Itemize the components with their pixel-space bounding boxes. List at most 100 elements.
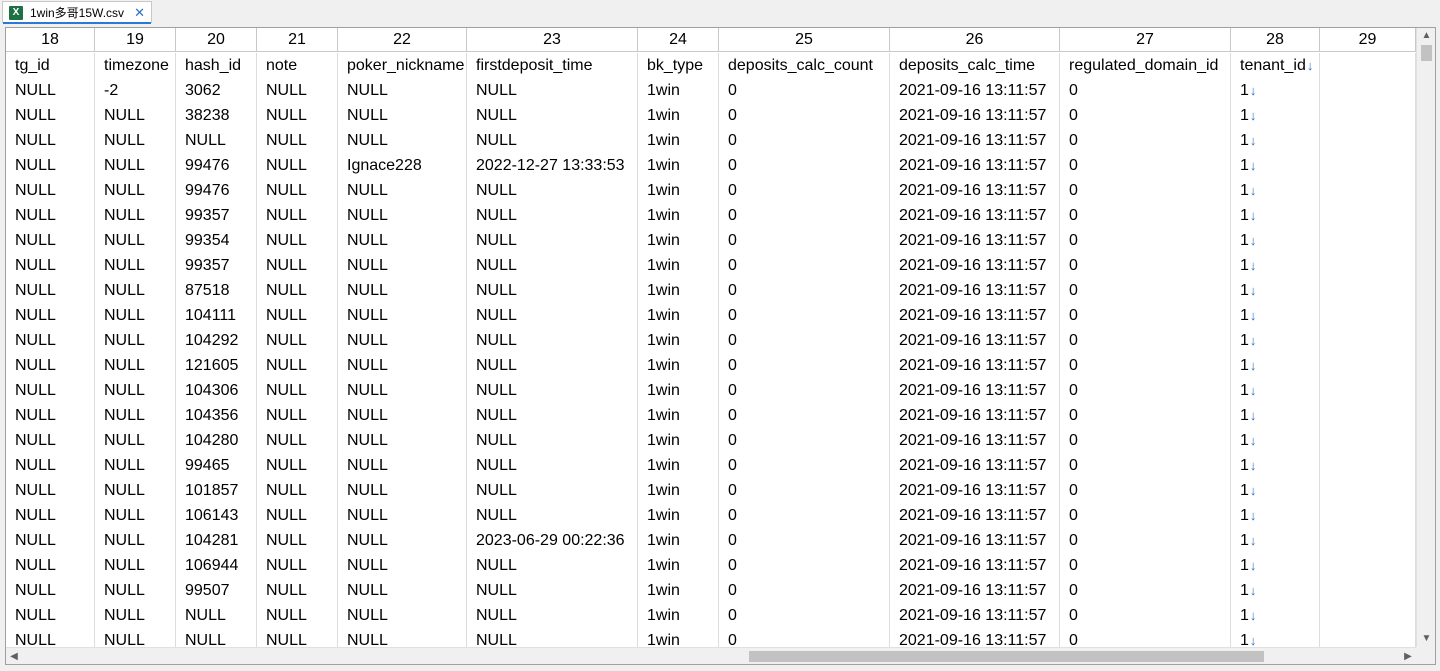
table-cell[interactable]: NULL — [257, 353, 338, 378]
table-cell[interactable]: NULL — [6, 603, 95, 628]
table-cell[interactable]: 1win — [638, 528, 719, 553]
table-cell[interactable]: NULL — [257, 628, 338, 647]
table-cell[interactable]: 1win — [638, 303, 719, 328]
table-cell[interactable]: 1win — [638, 578, 719, 603]
table-cell[interactable] — [1320, 528, 1416, 553]
table-cell[interactable]: NULL — [338, 353, 467, 378]
table-cell[interactable]: NULL — [467, 128, 638, 153]
table-cell[interactable]: NULL — [338, 228, 467, 253]
table-cell[interactable] — [1320, 153, 1416, 178]
table-cell[interactable]: 2022-12-27 13:33:53 — [467, 153, 638, 178]
field-name-cell[interactable]: poker_nickname — [338, 53, 467, 78]
table-cell[interactable]: NULL — [257, 403, 338, 428]
horizontal-scroll-thumb[interactable] — [749, 651, 1264, 662]
table-cell[interactable]: NULL — [338, 328, 467, 353]
table-cell[interactable]: NULL — [6, 553, 95, 578]
table-cell[interactable]: 87518 — [176, 278, 257, 303]
table-cell[interactable]: 99465 — [176, 453, 257, 478]
table-cell[interactable]: 1↓ — [1231, 478, 1320, 503]
table-cell[interactable]: 1win — [638, 478, 719, 503]
column-number-20[interactable]: 20 — [176, 28, 257, 52]
table-cell[interactable]: NULL — [257, 303, 338, 328]
table-cell[interactable]: NULL — [95, 203, 176, 228]
field-name-cell[interactable]: bk_type — [638, 53, 719, 78]
table-cell[interactable]: 101857 — [176, 478, 257, 503]
table-cell[interactable]: 0 — [1060, 303, 1231, 328]
table-cell[interactable]: 1win — [638, 153, 719, 178]
table-cell[interactable]: 0 — [1060, 153, 1231, 178]
table-cell[interactable]: 1↓ — [1231, 503, 1320, 528]
table-cell[interactable]: NULL — [257, 178, 338, 203]
table-cell[interactable]: 1win — [638, 178, 719, 203]
table-cell[interactable] — [1320, 503, 1416, 528]
table-cell[interactable]: 1win — [638, 378, 719, 403]
table-cell[interactable]: 1win — [638, 103, 719, 128]
table-cell[interactable]: 1↓ — [1231, 453, 1320, 478]
table-cell[interactable] — [1320, 253, 1416, 278]
column-number-21[interactable]: 21 — [257, 28, 338, 52]
table-cell[interactable]: 1↓ — [1231, 553, 1320, 578]
table-cell[interactable]: 1↓ — [1231, 528, 1320, 553]
table-cell[interactable]: 0 — [1060, 378, 1231, 403]
column-number-28[interactable]: 28 — [1231, 28, 1320, 52]
field-name-cell[interactable]: deposits_calc_time — [890, 53, 1060, 78]
table-cell[interactable] — [1320, 428, 1416, 453]
table-cell[interactable]: NULL — [95, 628, 176, 647]
table-cell[interactable]: NULL — [467, 628, 638, 647]
table-cell[interactable]: NULL — [6, 378, 95, 403]
table-cell[interactable]: 1↓ — [1231, 78, 1320, 103]
table-cell[interactable]: 0 — [1060, 253, 1231, 278]
table-cell[interactable]: NULL — [257, 328, 338, 353]
table-cell[interactable]: 0 — [719, 428, 890, 453]
table-cell[interactable]: 2021-09-16 13:11:57 — [890, 328, 1060, 353]
table-cell[interactable]: 2021-09-16 13:11:57 — [890, 228, 1060, 253]
table-cell[interactable]: 0 — [1060, 503, 1231, 528]
table-cell[interactable]: NULL — [257, 278, 338, 303]
table-cell[interactable] — [1320, 103, 1416, 128]
table-cell[interactable]: NULL — [95, 528, 176, 553]
table-cell[interactable] — [1320, 203, 1416, 228]
table-cell[interactable]: NULL — [467, 78, 638, 103]
table-cell[interactable]: 1↓ — [1231, 428, 1320, 453]
table-cell[interactable] — [1320, 478, 1416, 503]
table-cell[interactable]: 106143 — [176, 503, 257, 528]
table-cell[interactable]: 0 — [719, 578, 890, 603]
table-cell[interactable]: 0 — [1060, 628, 1231, 647]
table-cell[interactable]: NULL — [95, 553, 176, 578]
table-cell[interactable]: NULL — [95, 453, 176, 478]
table-cell[interactable]: 1win — [638, 278, 719, 303]
table-cell[interactable]: NULL — [6, 628, 95, 647]
table-cell[interactable]: 2021-09-16 13:11:57 — [890, 403, 1060, 428]
table-cell[interactable]: 0 — [1060, 328, 1231, 353]
table-cell[interactable]: NULL — [338, 503, 467, 528]
horizontal-scrollbar[interactable]: ◀ ▶ — [6, 647, 1416, 664]
table-cell[interactable]: NULL — [467, 303, 638, 328]
table-cell[interactable]: NULL — [176, 603, 257, 628]
table-cell[interactable]: 0 — [1060, 403, 1231, 428]
column-number-27[interactable]: 27 — [1060, 28, 1231, 52]
table-cell[interactable]: NULL — [467, 603, 638, 628]
table-cell[interactable]: NULL — [467, 403, 638, 428]
table-cell[interactable]: 2021-09-16 13:11:57 — [890, 453, 1060, 478]
table-cell[interactable] — [1320, 178, 1416, 203]
field-name-cell[interactable]: firstdeposit_time — [467, 53, 638, 78]
table-cell[interactable]: 2021-09-16 13:11:57 — [890, 178, 1060, 203]
column-number-24[interactable]: 24 — [638, 28, 719, 52]
table-cell[interactable]: NULL — [467, 103, 638, 128]
table-cell[interactable]: NULL — [6, 253, 95, 278]
table-cell[interactable]: 2021-09-16 13:11:57 — [890, 578, 1060, 603]
table-cell[interactable]: NULL — [95, 328, 176, 353]
table-cell[interactable]: NULL — [6, 78, 95, 103]
table-cell[interactable]: NULL — [6, 353, 95, 378]
field-name-cell[interactable]: tg_id — [6, 53, 95, 78]
table-cell[interactable]: NULL — [257, 253, 338, 278]
table-cell[interactable]: 2021-09-16 13:11:57 — [890, 153, 1060, 178]
table-cell[interactable]: 0 — [1060, 453, 1231, 478]
table-cell[interactable]: 2021-09-16 13:11:57 — [890, 428, 1060, 453]
table-cell[interactable]: 2021-09-16 13:11:57 — [890, 528, 1060, 553]
table-cell[interactable]: 2021-09-16 13:11:57 — [890, 353, 1060, 378]
table-cell[interactable]: NULL — [467, 428, 638, 453]
table-cell[interactable]: 1win — [638, 328, 719, 353]
table-cell[interactable]: NULL — [95, 103, 176, 128]
table-cell[interactable] — [1320, 403, 1416, 428]
